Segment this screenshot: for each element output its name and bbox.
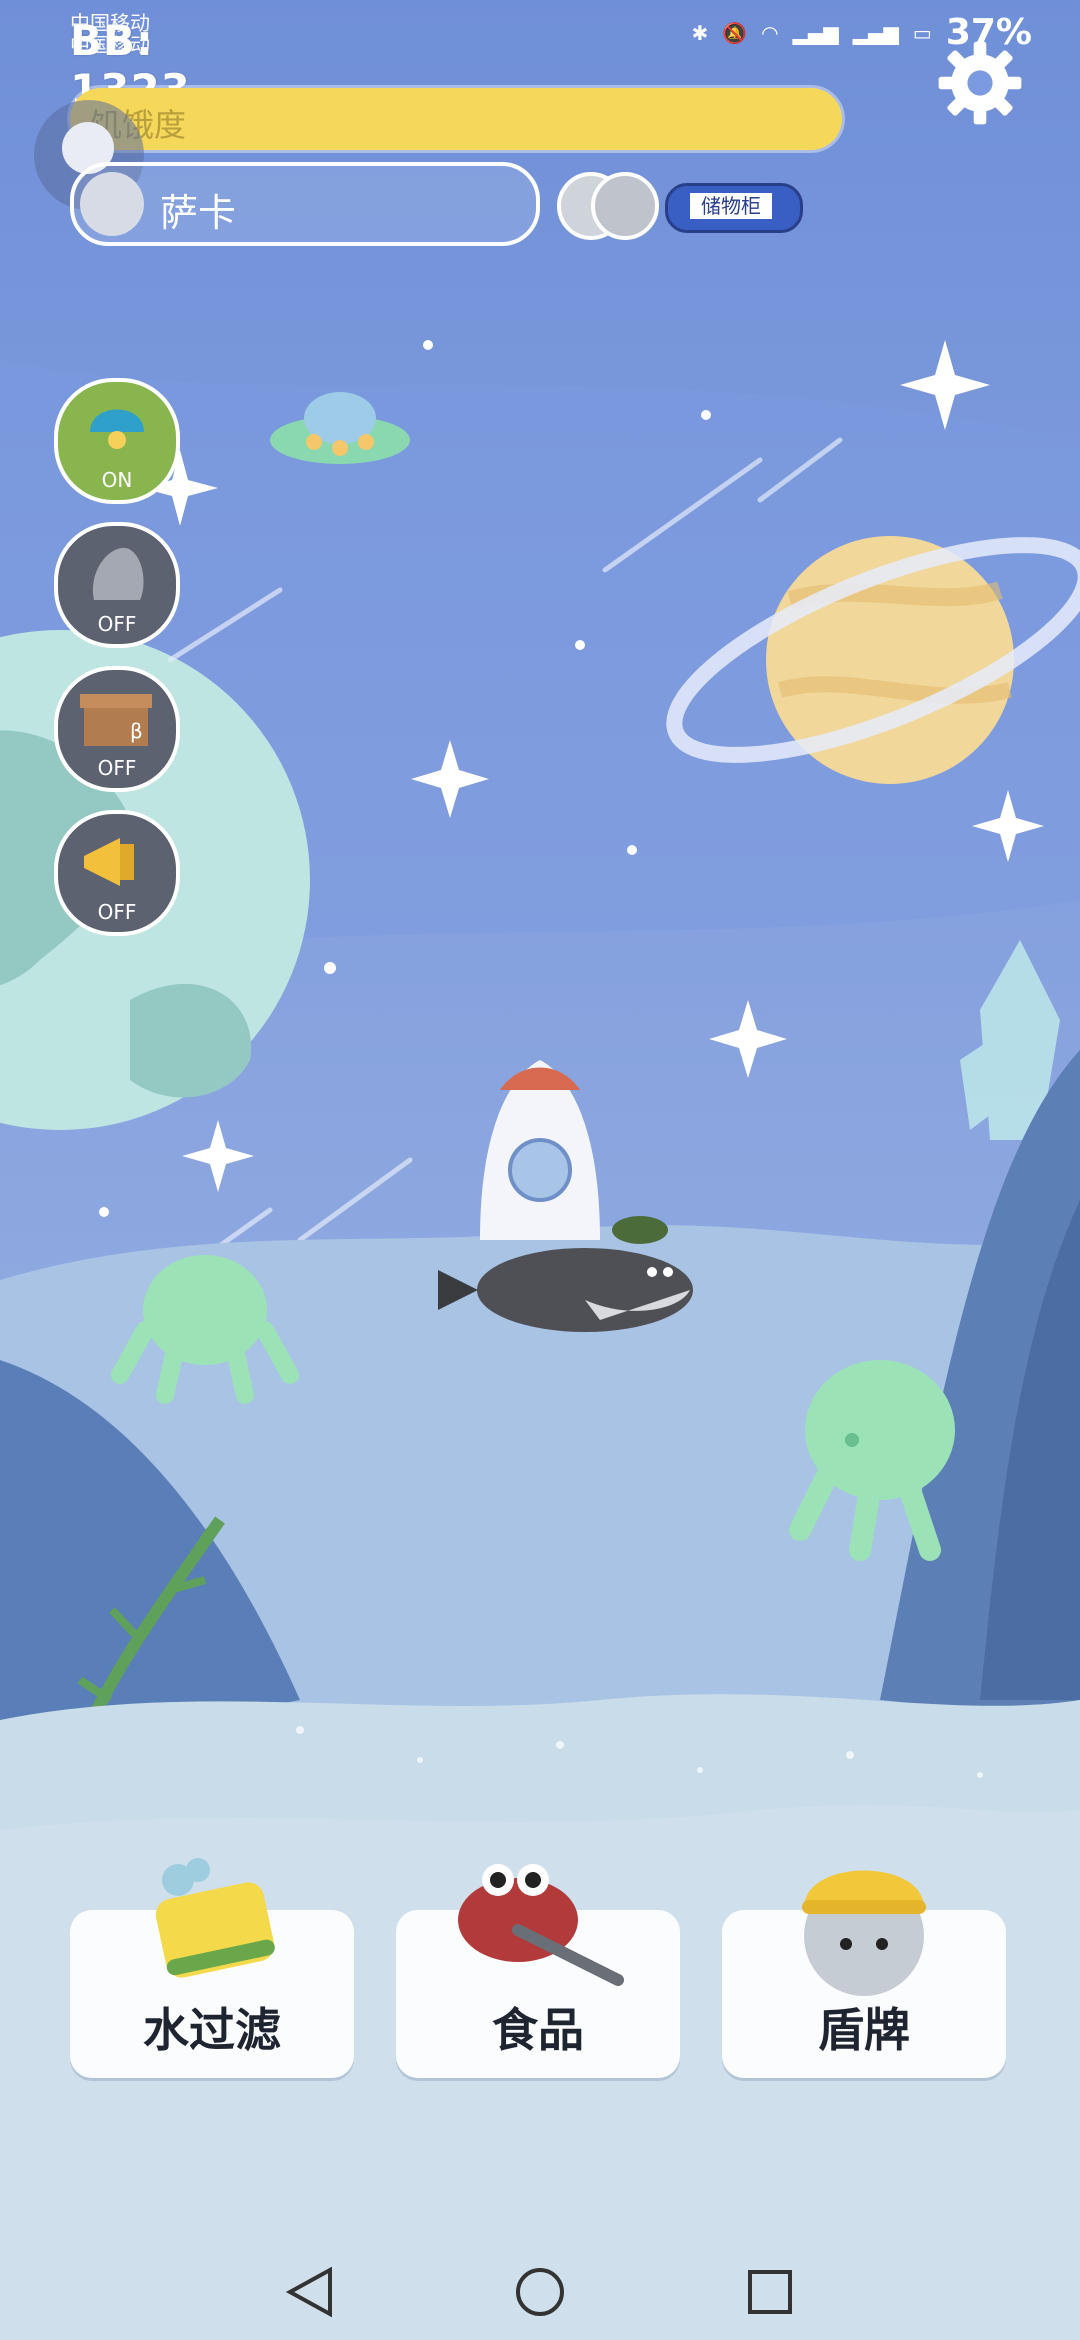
coin-icon[interactable] [555, 170, 665, 242]
fish-helmet-icon [802, 1870, 926, 1996]
storage-button[interactable]: 储物柜 [665, 183, 803, 233]
filter-label: 水过滤 [143, 2003, 281, 2057]
wifi-icon: ◠ [761, 20, 779, 45]
megaphone-icon [84, 838, 134, 886]
signal-icon-2: ▂▄▆ [852, 20, 899, 45]
rock-toggle[interactable]: OFF [54, 522, 180, 648]
food-card[interactable]: 食品 [396, 1864, 680, 2078]
mute-icon: 🔕 [722, 20, 748, 45]
box-state: OFF [97, 756, 137, 780]
lamp-toggle[interactable]: ON [54, 378, 180, 504]
signal-icon: ▂▄▆ [792, 20, 839, 45]
pet-name: 萨卡 [160, 191, 237, 235]
megaphone-toggle[interactable]: OFF [54, 810, 180, 936]
megaphone-state: OFF [97, 900, 137, 924]
box-icon: β [80, 694, 152, 746]
pet-name-box[interactable]: 萨卡 [70, 162, 540, 246]
home-icon[interactable] [516, 2268, 564, 2316]
svg-text:β: β [130, 719, 143, 743]
box-toggle[interactable]: β OFF [54, 666, 180, 792]
bluetooth-icon: ✱ [691, 20, 709, 45]
rock-state: OFF [97, 612, 137, 636]
lamp-icon [90, 409, 144, 449]
battery-icon: ▭ [912, 20, 932, 45]
status-bar-left: 中国移动 中国移动 BB: 1323 [70, 12, 190, 114]
hunger-bar: 饥饿度 [70, 88, 842, 150]
system-nav-bar [285, 2266, 792, 2318]
storage-label: 储物柜 [690, 193, 772, 219]
back-icon[interactable] [285, 2266, 332, 2318]
lamp-state: ON [101, 468, 133, 492]
recents-icon[interactable] [748, 2270, 792, 2314]
avatar [80, 172, 144, 236]
shield-card[interactable]: 盾牌 [722, 1870, 1006, 2078]
shield-label: 盾牌 [818, 2003, 910, 2057]
settings-gear-icon[interactable] [935, 38, 1025, 128]
food-label: 食品 [492, 2003, 584, 2057]
rock-icon [92, 547, 144, 600]
crab-food-icon [458, 1864, 624, 1986]
sponge-icon [155, 1858, 275, 1978]
filter-card[interactable]: 水过滤 [70, 1858, 354, 2078]
